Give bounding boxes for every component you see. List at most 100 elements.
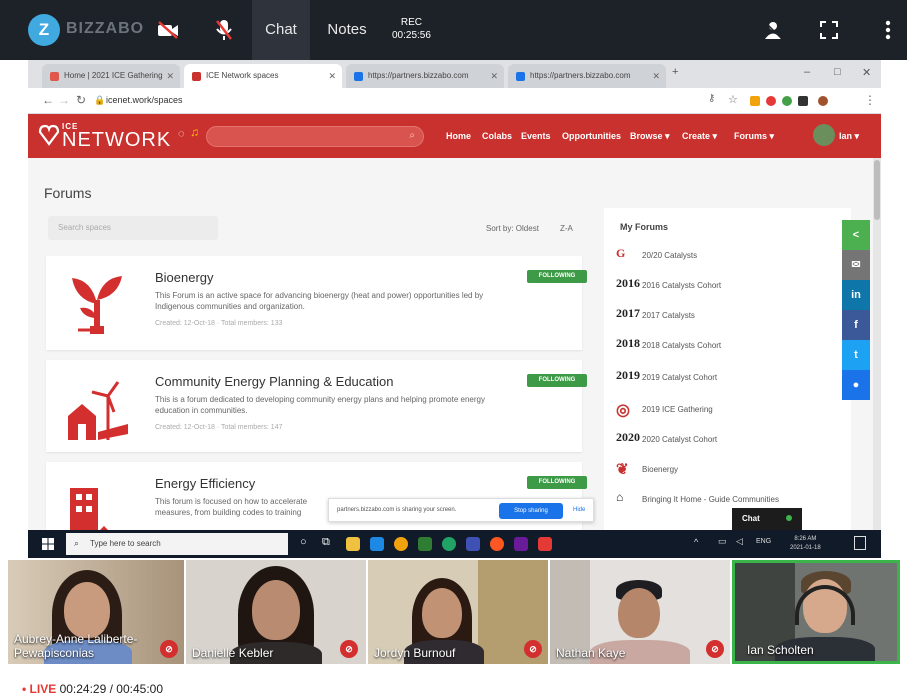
minimize-icon[interactable]: – <box>804 66 810 78</box>
taskbar-app-icon[interactable] <box>418 537 432 551</box>
taskbar-app-icon[interactable] <box>466 537 480 551</box>
notification-bell-icon[interactable]: ♫ <box>190 125 199 139</box>
nav-link-colabs[interactable]: Colabs <box>482 131 512 141</box>
mic-off-icon[interactable] <box>208 14 240 46</box>
extension-icon[interactable] <box>782 96 792 106</box>
windows-start-icon[interactable] <box>42 538 54 550</box>
my-forum-item[interactable]: ⌂ Bringing It Home - Guide Communities <box>616 488 846 512</box>
nav-link-browse[interactable]: Browse ▾ <box>630 131 670 142</box>
close-icon[interactable]: ✕ <box>490 64 498 88</box>
messenger-share-icon[interactable]: ● <box>842 370 870 400</box>
more-vertical-icon[interactable] <box>872 14 904 46</box>
participant-tile[interactable]: Jordyn Burnouf ⊘ <box>368 560 548 664</box>
browser-tab[interactable]: https://partners.bizzabo.com ✕ <box>508 64 666 88</box>
participant-tile[interactable]: Aubrey-Anne Laliberte-Pewapisconias ⊘ <box>8 560 184 664</box>
forum-description: This forum is focused on how to accelera… <box>155 497 308 517</box>
forward-icon[interactable]: → <box>58 93 70 107</box>
forum-title[interactable]: Energy Efficiency <box>155 476 255 491</box>
browser-tab[interactable]: https://partners.bizzabo.com ✕ <box>346 64 504 88</box>
email-share-icon[interactable]: ✉ <box>842 250 870 280</box>
close-icon[interactable]: ✕ <box>328 64 336 88</box>
page-scrollbar[interactable] <box>873 158 881 530</box>
extension-icon[interactable] <box>766 96 776 106</box>
url-field[interactable]: icenet.work/spaces <box>106 95 183 105</box>
profile-avatar-icon[interactable] <box>818 96 828 106</box>
taskbar-app-icon[interactable] <box>442 537 456 551</box>
notifications-icon[interactable] <box>854 536 866 550</box>
scrollbar-thumb[interactable] <box>874 160 880 220</box>
sort-dropdown[interactable]: Sort by: Oldest <box>486 224 539 233</box>
forum-title[interactable]: Bioenergy <box>155 270 214 285</box>
window-close-icon[interactable]: ✕ <box>862 66 871 79</box>
facebook-share-icon[interactable]: f <box>842 310 870 340</box>
following-badge[interactable]: FOLLOWING <box>527 374 587 387</box>
twitter-share-icon[interactable]: t <box>842 340 870 370</box>
tab-chat[interactable]: Chat <box>252 0 310 60</box>
star-icon[interactable]: ☆ <box>728 93 738 106</box>
nav-link-events[interactable]: Events <box>521 131 551 141</box>
browser-tab-active[interactable]: ICE Network spaces ✕ <box>184 64 342 88</box>
linkedin-share-icon[interactable]: in <box>842 280 870 310</box>
acrobat-icon[interactable] <box>538 537 552 551</box>
browser-menu-icon[interactable]: ⋮ <box>864 93 876 107</box>
taskbar-app-icon[interactable] <box>370 537 384 551</box>
chrome-icon[interactable] <box>394 537 408 551</box>
nav-link-create[interactable]: Create ▾ <box>682 131 717 142</box>
file-explorer-icon[interactable] <box>346 537 360 551</box>
cortana-icon[interactable]: ○ <box>300 536 307 548</box>
tab-notes[interactable]: Notes <box>318 0 376 60</box>
extension-icon[interactable] <box>750 96 760 106</box>
extension-icon[interactable] <box>798 96 808 106</box>
my-forum-item[interactable]: ◎ 2019 ICE Gathering <box>616 398 846 422</box>
search-spaces-input[interactable]: Search spaces <box>48 216 218 240</box>
stop-sharing-button[interactable]: Stop sharing <box>499 503 563 519</box>
teams-icon[interactable] <box>514 537 528 551</box>
my-forum-item[interactable]: 2018 2018 Catalysts Cohort <box>616 334 846 358</box>
user-menu[interactable]: Ian ▾ <box>839 131 859 142</box>
my-forum-item[interactable]: 2019 2019 Catalyst Cohort <box>616 366 846 390</box>
back-icon[interactable]: ← <box>42 93 54 107</box>
ice-network-logo[interactable]: NETWORK <box>62 129 171 152</box>
browser-tab[interactable]: Home | 2021 ICE Gathering ✕ <box>42 64 180 88</box>
nav-link-home[interactable]: Home <box>446 131 471 141</box>
language-indicator[interactable]: ENG <box>756 538 771 545</box>
sort-toggle[interactable]: Z-A <box>560 224 573 233</box>
forum-card-bioenergy[interactable]: Bioenergy This Forum is an active space … <box>46 256 587 350</box>
new-tab-icon[interactable]: + <box>672 66 678 78</box>
volume-icon[interactable]: ◁ <box>736 536 743 547</box>
fullscreen-icon[interactable] <box>813 14 845 46</box>
my-forum-item[interactable]: 2016 2016 Catalysts Cohort <box>616 274 846 298</box>
taskbar-clock[interactable]: 8:26 AM 2021-01-18 <box>790 535 821 553</box>
reload-icon[interactable]: ↻ <box>76 93 86 107</box>
firefox-icon[interactable] <box>490 537 504 551</box>
following-badge[interactable]: FOLLOWING <box>527 270 587 283</box>
hide-button[interactable]: Hide <box>573 507 585 513</box>
forum-card-community-energy[interactable]: Community Energy Planning & Education Th… <box>46 360 587 452</box>
my-forum-item[interactable]: ❦ Bioenergy <box>616 458 846 482</box>
nav-link-opportunities[interactable]: Opportunities <box>562 131 621 141</box>
participant-tile-active-speaker[interactable]: Ian Scholten <box>732 560 900 664</box>
ice-search-input[interactable]: ⌕ <box>206 126 424 147</box>
camera-off-icon[interactable] <box>152 14 184 46</box>
network-icon[interactable]: ▭ <box>718 536 727 547</box>
task-view-icon[interactable]: ⧉ <box>322 536 330 549</box>
my-forum-item[interactable]: 2020 2020 Catalyst Cohort <box>616 428 846 452</box>
participant-tile[interactable]: Danielle Kebler ⊘ <box>186 560 366 664</box>
close-icon[interactable]: ✕ <box>652 64 660 88</box>
tray-chevron-icon[interactable]: ^ <box>694 537 698 547</box>
person-icon[interactable] <box>757 14 789 46</box>
share-icon[interactable]: < <box>842 220 870 250</box>
following-badge[interactable]: FOLLOWING <box>527 476 587 489</box>
user-avatar[interactable] <box>813 124 835 146</box>
participant-tile[interactable]: Nathan Kaye ⊘ <box>550 560 730 664</box>
close-icon[interactable]: ✕ <box>166 64 174 88</box>
key-icon[interactable]: ⚷ <box>708 93 715 104</box>
nav-link-forums[interactable]: Forums ▾ <box>734 131 774 142</box>
forum-title[interactable]: Community Energy Planning & Education <box>155 374 393 389</box>
chat-bubble-icon[interactable]: ◌ <box>178 128 185 140</box>
taskbar-search-input[interactable]: Type here to search <box>66 533 288 555</box>
maximize-icon[interactable]: □ <box>834 66 841 78</box>
chat-popup[interactable]: Chat <box>732 508 802 530</box>
my-forum-item[interactable]: 2017 2017 Catalysts <box>616 304 846 328</box>
my-forum-item[interactable]: G 20/20 Catalysts <box>616 244 846 268</box>
